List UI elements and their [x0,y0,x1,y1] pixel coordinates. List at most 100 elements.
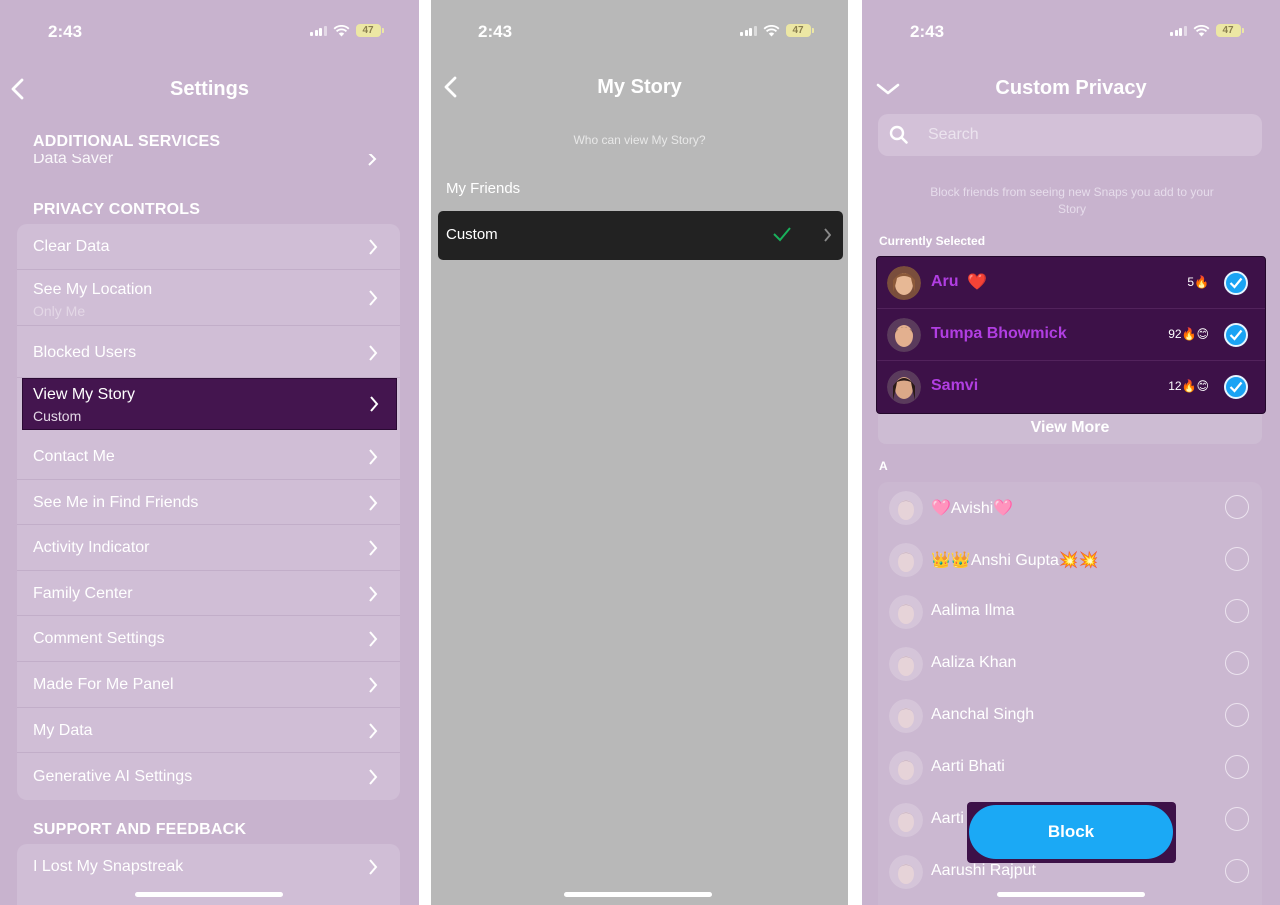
block-info-text: Block friends from seeing new Snaps you … [930,185,1214,216]
checkmark-icon [1229,329,1243,341]
signal-icon [740,25,757,36]
select-radio[interactable] [1225,651,1249,675]
avatar [889,855,923,889]
search-placeholder: Search [928,126,979,143]
avatar [889,491,923,525]
avatar [887,266,921,300]
friend-row[interactable]: 🩷Avishi🩷 [878,482,1262,534]
friend-row[interactable]: 👑👑Anshi Gupta💥💥 [878,534,1262,586]
avatar [889,751,923,785]
section-letter: A [879,459,888,473]
settings-item-lost-snapstreak[interactable]: I Lost My Snapstreak [17,844,400,890]
status-time: 2:43 [48,22,83,41]
home-indicator [135,892,283,897]
settings-item-activity-indicator[interactable]: Activity Indicator [17,525,400,571]
home-indicator [997,892,1145,897]
friend-row[interactable]: Aalima Ilma [878,586,1262,638]
settings-item-view-my-story[interactable]: View My Story Custom [22,378,397,430]
page-title: Custom Privacy [995,77,1147,99]
battery-icon: 47 [1215,24,1244,37]
chevron-right-icon [369,495,378,511]
friend-row[interactable]: Aaliza Khan [878,638,1262,690]
chevron-right-icon [369,540,378,556]
friend-name: 👑👑Anshi Gupta💥💥 [931,552,1099,569]
chevron-right-icon [369,345,378,361]
status-icons: 47 [740,24,814,37]
option-custom[interactable]: Custom [438,211,843,260]
friend-name: Samvi [931,377,979,394]
select-radio[interactable] [1225,495,1249,519]
friend-name: 🩷Avishi🩷 [931,500,1014,517]
select-radio[interactable] [1225,859,1249,883]
section-header-support: SUPPORT AND FEEDBACK [33,821,247,838]
status-icons: 47 [1170,24,1244,37]
battery-icon: 47 [355,24,384,37]
avatar [887,370,921,404]
settings-item-see-my-location[interactable]: See My Location Only Me [17,270,400,326]
avatar [889,543,923,577]
settings-item-comment-settings[interactable]: Comment Settings [17,616,400,662]
avatar [887,318,921,352]
streak-count: 5🔥 [1187,275,1209,289]
my-story-screen: 2:43 47 My Story Who can view My Story? … [431,0,848,905]
selected-friend-row[interactable]: Samvi 12🔥😊 [877,361,1265,413]
select-radio[interactable] [1225,599,1249,623]
chevron-right-icon [369,677,378,693]
currently-selected-list: Aru ❤️ 5🔥 Tumpa Bhowmick 92🔥😊 Samvi 12🔥😊 [876,256,1266,414]
friend-emoji: ❤️ [967,274,987,291]
option-custom-label: Custom [446,226,498,243]
selected-checkbox[interactable] [1224,271,1248,295]
friend-name: Aaliza Khan [931,654,1017,671]
chevron-right-icon [368,152,377,166]
chevron-right-icon [369,859,378,875]
friend-name: Aarti Bhati [931,758,1005,775]
chevron-right-icon [369,586,378,602]
settings-screen: 2:43 47 Settings Data Saver ADDITIONAL S… [0,0,419,905]
settings-item-generative-ai-settings[interactable]: Generative AI Settings [17,753,400,800]
status-time: 2:43 [910,22,945,41]
status-icons: 47 [310,24,384,37]
search-input[interactable]: Search [878,114,1262,156]
block-button[interactable]: Block [969,805,1173,859]
selected-friend-row[interactable]: Aru ❤️ 5🔥 [877,257,1265,309]
wifi-icon [1193,24,1209,36]
chevron-right-icon [824,228,831,242]
signal-icon [310,25,327,36]
chevron-right-icon [369,290,378,306]
streak-count: 12🔥😊 [1168,379,1209,393]
selected-checkbox[interactable] [1224,323,1248,347]
view-more-button[interactable]: View More [878,414,1262,444]
settings-item-my-data[interactable]: My Data [17,708,400,753]
settings-item-blocked-users[interactable]: Blocked Users [17,326,400,378]
avatar [889,595,923,629]
chevron-right-icon [369,239,378,255]
select-radio[interactable] [1225,755,1249,779]
block-button-highlight: Block [967,802,1176,863]
status-time: 2:43 [478,22,513,41]
custom-privacy-screen: 2:43 47 Custom Privacy Search Block frie… [862,0,1280,905]
friend-name: Aarushi Rajput [931,862,1036,879]
checkmark-icon [1229,381,1243,393]
friend-name: Aru [931,273,959,290]
friend-name: Aanchal Singh [931,706,1035,723]
chevron-right-icon [369,723,378,739]
avatar [889,699,923,733]
settings-item-see-me-in-find-friends[interactable]: See Me in Find Friends [17,480,400,525]
settings-item-family-center[interactable]: Family Center [17,571,400,616]
selected-friend-row[interactable]: Tumpa Bhowmick 92🔥😊 [877,309,1265,361]
settings-item-clear-data[interactable]: Clear Data [17,224,400,270]
settings-item-contact-me[interactable]: Contact Me [17,434,400,480]
option-my-friends[interactable]: My Friends [446,180,520,197]
select-radio[interactable] [1225,703,1249,727]
privacy-controls-list: Clear Data See My Location Only Me Block… [17,224,400,800]
checkmark-icon [773,227,791,242]
selected-checkbox[interactable] [1224,375,1248,399]
select-radio[interactable] [1225,807,1249,831]
friend-row[interactable]: Aarti Bhati [878,742,1262,794]
battery-icon: 47 [785,24,814,37]
settings-item-made-for-me-panel[interactable]: Made For Me Panel [17,662,400,708]
select-radio[interactable] [1225,547,1249,571]
friend-row[interactable]: Aanchal Singh [878,690,1262,742]
home-indicator [564,892,712,897]
chevron-right-icon [370,396,379,412]
